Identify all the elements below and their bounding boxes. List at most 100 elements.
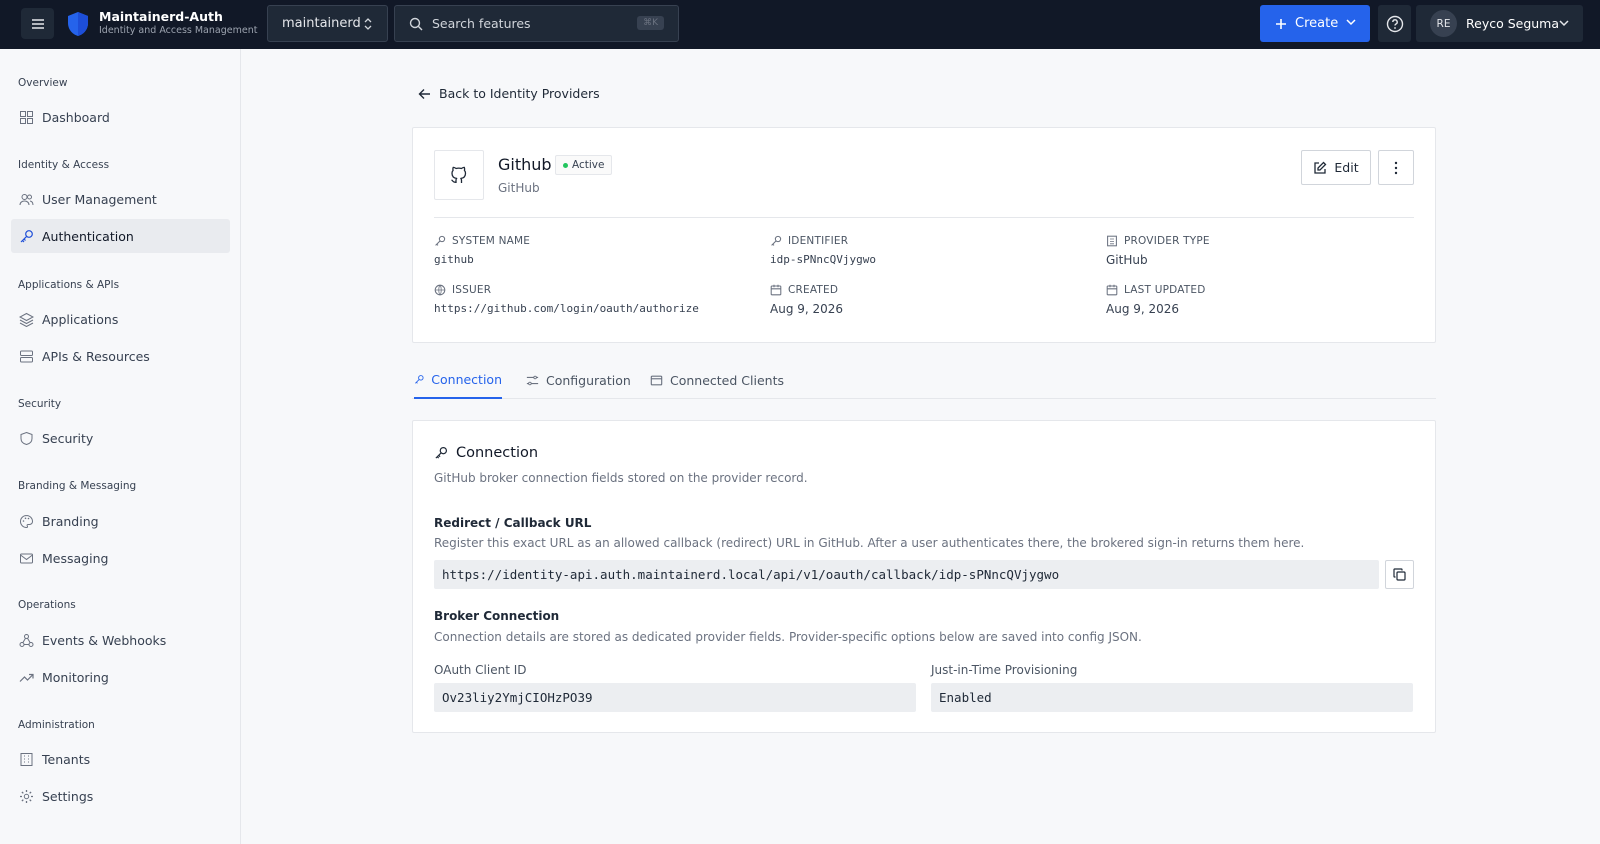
- field-system-name: SYSTEM NAME github: [434, 235, 530, 266]
- gear-icon: [20, 789, 33, 803]
- key-icon: [415, 374, 424, 384]
- field-last-updated: LAST UPDATED Aug 9, 2026: [1106, 284, 1206, 316]
- create-button[interactable]: Create: [1260, 5, 1370, 42]
- field-label: PROVIDER TYPE: [1124, 235, 1210, 247]
- feature-search-input[interactable]: Search features ⌘K: [394, 5, 679, 42]
- key-icon: [20, 229, 33, 242]
- field-identifier: IDENTIFIER idp-sPNncQVjygwo: [770, 235, 876, 266]
- sidebar-item-settings[interactable]: Settings: [11, 779, 230, 813]
- globe-icon: [434, 284, 446, 296]
- sidebar-item-label: Tenants: [42, 751, 91, 767]
- sidebar-item-events-webhooks[interactable]: Events & Webhooks: [11, 623, 230, 657]
- tenant-name: maintainerd: [282, 16, 361, 31]
- sidebar-item-applications[interactable]: Applications: [11, 302, 230, 336]
- sidebar-item-user-management[interactable]: User Management: [11, 182, 230, 216]
- edit-icon: [1314, 161, 1327, 174]
- copy-url-button[interactable]: [1385, 560, 1414, 589]
- field-value: GitHub: [1106, 253, 1148, 267]
- mail-icon: [20, 553, 33, 563]
- search-placeholder: Search features: [432, 16, 531, 31]
- app-subtitle: Identity and Access Management: [99, 25, 258, 36]
- shield-logo-icon: [68, 12, 88, 36]
- hamburger-menu-button[interactable]: [21, 8, 54, 39]
- chevron-down-icon: [1559, 20, 1569, 27]
- sidebar-item-label: Security: [42, 430, 94, 446]
- sidebar-item-security[interactable]: Security: [11, 421, 230, 455]
- tab-configuration[interactable]: Configuration: [526, 361, 631, 399]
- jit-provisioning-field[interactable]: Enabled: [931, 683, 1413, 712]
- sidebar-item-dashboard[interactable]: Dashboard: [11, 100, 230, 134]
- sidebar-section-title: Overview: [18, 77, 68, 89]
- top-bar: Maintainerd-Auth Identity and Access Man…: [0, 0, 1600, 49]
- user-menu-button[interactable]: RE Reyco Seguma: [1416, 5, 1583, 42]
- github-logo: [434, 150, 484, 200]
- edit-button[interactable]: Edit: [1301, 150, 1371, 185]
- calendar-icon: [770, 284, 782, 296]
- github-icon: [451, 166, 467, 183]
- chevron-down-icon: [1346, 19, 1356, 26]
- building-icon: [1107, 235, 1117, 247]
- redirect-url-heading: Redirect / Callback URL: [434, 516, 592, 530]
- menu-icon: [31, 18, 44, 29]
- sidebar-item-label: Monitoring: [42, 669, 109, 685]
- broker-connection-heading: Broker Connection: [434, 609, 560, 623]
- search-shortcut-badge: ⌘K: [637, 16, 664, 30]
- sliders-icon: [526, 375, 539, 385]
- sidebar-section-title: Operations: [18, 599, 76, 611]
- connection-title: Connection: [434, 445, 538, 461]
- sidebar-section-title: Security: [18, 398, 62, 410]
- help-circle-icon: [1386, 15, 1403, 32]
- tab-connected-clients[interactable]: Connected Clients: [650, 361, 784, 399]
- tab-connection[interactable]: Connection: [414, 361, 502, 399]
- building-icon: [20, 752, 33, 766]
- sidebar-section-title: Applications & APIs: [18, 279, 120, 291]
- provider-subtitle: GitHub: [498, 181, 540, 195]
- field-value: Aug 9, 2026: [1106, 302, 1180, 316]
- sidebar-section-title: Branding & Messaging: [18, 480, 137, 492]
- sidebar-item-label: APIs & Resources: [42, 348, 150, 364]
- field-label: CREATED: [788, 284, 839, 296]
- user-name: Reyco Seguma: [1466, 16, 1560, 31]
- sidebar-item-label: Branding: [42, 513, 99, 529]
- more-options-button[interactable]: [1378, 150, 1414, 185]
- key-icon: [435, 235, 446, 246]
- sidebar-item-messaging[interactable]: Messaging: [11, 541, 230, 575]
- plus-icon: [1276, 18, 1286, 29]
- connection-description: GitHub broker connection fields stored o…: [434, 471, 808, 485]
- tenant-selector[interactable]: maintainerd: [267, 5, 388, 42]
- redirect-url-field[interactable]: https://identity-api.auth.maintainerd.lo…: [434, 560, 1379, 589]
- client-id-field[interactable]: Ov23liy2YmjCIOHzPO39: [434, 683, 916, 712]
- sidebar-item-label: Applications: [42, 311, 119, 327]
- avatar: RE: [1430, 10, 1457, 37]
- sidebar-item-tenants[interactable]: Tenants: [11, 742, 230, 776]
- sidebar-item-label: Messaging: [42, 550, 109, 566]
- field-value: Aug 9, 2026: [770, 302, 844, 316]
- palette-icon: [20, 514, 34, 528]
- key-icon: [435, 446, 448, 459]
- client-id-label: OAuth Client ID: [434, 663, 527, 677]
- connection-card: Connection GitHub broker connection fiel…: [412, 420, 1436, 733]
- layers-icon: [19, 312, 34, 327]
- more-vertical-icon: [1394, 161, 1398, 174]
- field-provider-type: PROVIDER TYPE GitHub: [1106, 235, 1210, 267]
- field-issuer: ISSUER https://github.com/login/oauth/au…: [434, 284, 699, 315]
- tab-label: Connected Clients: [670, 372, 784, 388]
- back-to-identity-providers-link[interactable]: Back to Identity Providers: [418, 86, 600, 101]
- broker-connection-description: Connection details are stored as dedicat…: [434, 630, 1142, 644]
- shield-icon: [20, 431, 33, 445]
- field-label: ISSUER: [452, 284, 492, 296]
- divider: [434, 217, 1414, 218]
- back-label: Back to Identity Providers: [439, 86, 600, 101]
- field-value: https://github.com/login/oauth/authorize: [434, 302, 699, 315]
- sidebar-item-monitoring[interactable]: Monitoring: [11, 660, 230, 694]
- app-name: Maintainerd-Auth: [99, 9, 223, 24]
- sidebar-item-branding[interactable]: Branding: [11, 504, 230, 538]
- sidebar-section-title: Identity & Access: [18, 159, 110, 171]
- field-label: LAST UPDATED: [1124, 284, 1206, 296]
- help-button[interactable]: [1378, 5, 1411, 42]
- sidebar-item-authentication[interactable]: Authentication: [11, 219, 230, 253]
- chevron-up-down-icon: [364, 18, 372, 30]
- provider-name: Github: [498, 155, 552, 174]
- sidebar-item-apis-resources[interactable]: APIs & Resources: [11, 339, 230, 373]
- arrow-left-icon: [418, 88, 430, 99]
